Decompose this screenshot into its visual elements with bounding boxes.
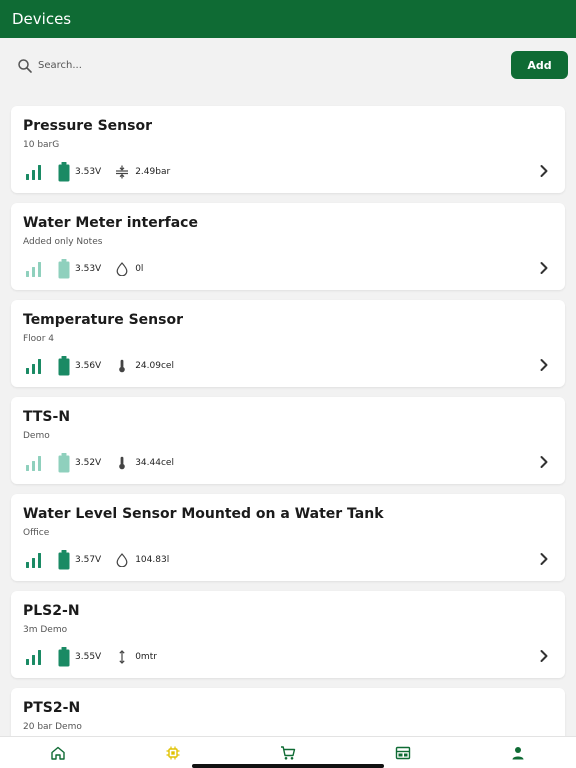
device-card[interactable]: PLS2-N 3m Demo 3.55V 0mtr: [11, 591, 565, 678]
signal-strength-icon: [26, 456, 41, 471]
device-subtitle: 3m Demo: [23, 625, 68, 635]
search-icon: [18, 59, 32, 73]
device-name: Water Meter interface: [23, 215, 198, 231]
battery-voltage: 3.57V: [75, 555, 102, 565]
device-subtitle: Demo: [23, 431, 50, 441]
battery-icon: [58, 162, 70, 182]
device-card[interactable]: TTS-N Demo 3.52V 34.44cel: [11, 397, 565, 484]
water-drop-icon: [116, 553, 128, 567]
home-indicator: [192, 764, 384, 768]
device-name: PTS2-N: [23, 700, 81, 716]
device-name: Pressure Sensor: [23, 118, 152, 134]
add-button[interactable]: Add: [511, 51, 568, 79]
person-icon[interactable]: [510, 745, 526, 761]
chevron-right-icon[interactable]: [539, 164, 549, 178]
device-subtitle: Floor 4: [23, 334, 54, 344]
signal-strength-icon: [26, 650, 41, 665]
pressure-icon: [116, 165, 129, 179]
signal-strength-icon: [26, 359, 41, 374]
chevron-right-icon[interactable]: [539, 552, 549, 566]
signal-strength-icon: [26, 262, 41, 277]
device-stats: 3.52V 34.44cel: [25, 453, 174, 473]
vertical-arrows-icon: [119, 650, 125, 664]
battery-voltage: 3.53V: [75, 167, 102, 177]
chevron-right-icon[interactable]: [539, 649, 549, 663]
home-icon[interactable]: [50, 745, 66, 761]
sensor-reading: 104.83l: [135, 555, 170, 565]
device-stats: 3.55V 0mtr: [25, 647, 157, 667]
signal-strength-icon: [26, 553, 41, 568]
battery-icon: [58, 550, 70, 570]
battery-icon: [58, 647, 70, 667]
device-stats: 3.57V 104.83l: [25, 550, 169, 570]
sensor-reading: 24.09cel: [135, 361, 174, 371]
dashboard-icon[interactable]: [395, 745, 411, 761]
device-name: TTS-N: [23, 409, 71, 425]
device-subtitle: 20 bar Demo: [23, 722, 82, 732]
battery-icon: [58, 356, 70, 376]
thermometer-icon: [119, 456, 126, 470]
device-name: PLS2-N: [23, 603, 80, 619]
sensor-reading: 2.49bar: [135, 167, 171, 177]
sensor-reading: 0mtr: [135, 652, 157, 662]
device-card[interactable]: Temperature Sensor Floor 4 3.56V 24.09ce…: [11, 300, 565, 387]
search-bar: Add: [0, 38, 576, 92]
device-card[interactable]: Water Level Sensor Mounted on a Water Ta…: [11, 494, 565, 581]
app-header: Devices: [0, 0, 576, 38]
device-subtitle: 10 barG: [23, 140, 60, 150]
device-stats: 3.53V 2.49bar: [25, 162, 170, 182]
device-stats: 3.53V 0l: [25, 259, 143, 279]
battery-voltage: 3.55V: [75, 652, 102, 662]
thermometer-icon: [119, 359, 126, 373]
chip-icon[interactable]: [165, 745, 181, 761]
page-title: Devices: [12, 10, 72, 28]
sensor-reading: 0l: [135, 264, 144, 274]
battery-icon: [58, 453, 70, 473]
battery-voltage: 3.53V: [75, 264, 102, 274]
sensor-reading: 34.44cel: [135, 458, 174, 468]
device-name: Temperature Sensor: [23, 312, 183, 328]
device-subtitle: Office: [23, 528, 50, 538]
chevron-right-icon[interactable]: [539, 455, 549, 469]
battery-icon: [58, 259, 70, 279]
device-subtitle: Added only Notes: [23, 237, 103, 247]
battery-voltage: 3.56V: [75, 361, 102, 371]
chevron-right-icon[interactable]: [539, 358, 549, 372]
cart-icon[interactable]: [280, 745, 296, 761]
device-stats: 3.56V 24.09cel: [25, 356, 174, 376]
signal-strength-icon: [26, 165, 41, 180]
chevron-right-icon[interactable]: [539, 261, 549, 275]
device-card[interactable]: Water Meter interface Added only Notes 3…: [11, 203, 565, 290]
device-name: Water Level Sensor Mounted on a Water Ta…: [23, 506, 384, 522]
search-input[interactable]: [38, 55, 338, 75]
water-drop-icon: [116, 262, 128, 276]
device-card[interactable]: Pressure Sensor 10 barG 3.53V 2.49bar: [11, 106, 565, 193]
battery-voltage: 3.52V: [75, 458, 102, 468]
